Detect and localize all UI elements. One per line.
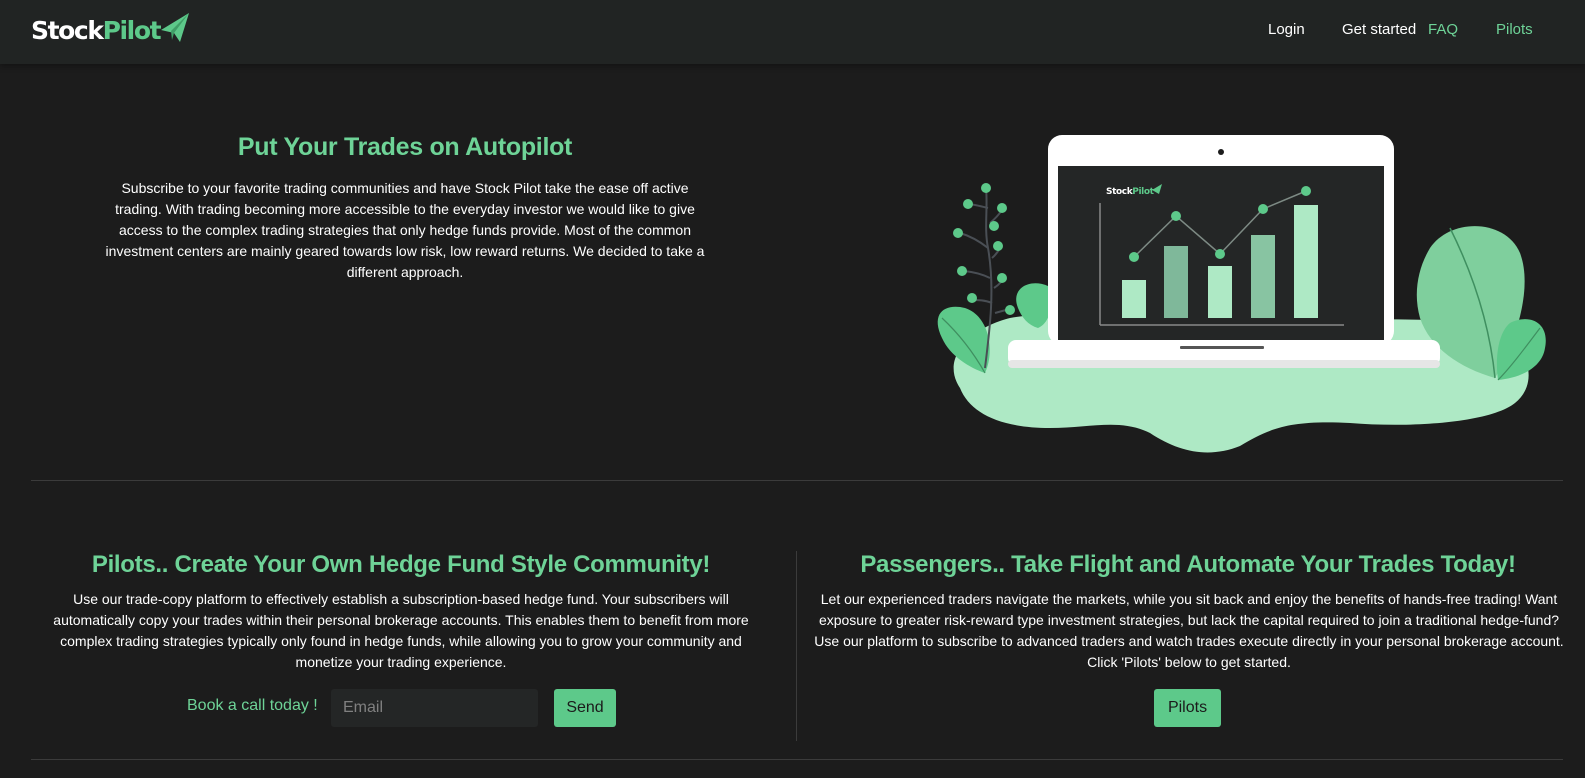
- nav-pilots-link[interactable]: Pilots: [1496, 21, 1533, 39]
- screen-logo: StockPilot: [1106, 187, 1155, 197]
- navbar: StockPilot Login Get started FAQ Pilots: [0, 0, 1585, 64]
- logo-text-stock: Stock: [31, 15, 104, 45]
- book-call-label: Book a call today !: [187, 697, 318, 714]
- passengers-section-title: Passengers.. Take Flight and Automate Yo…: [860, 551, 1516, 578]
- passengers-section-description: Let our experienced traders navigate the…: [814, 591, 1564, 670]
- section-divider: [31, 759, 1563, 760]
- laptop-chart-illustration: StockPilot: [937, 135, 1546, 453]
- column-divider: [796, 551, 797, 741]
- pilots-section-title: Pilots.. Create Your Own Hedge Fund Styl…: [91, 551, 711, 578]
- stockpilot-logo[interactable]: StockPilot: [31, 13, 190, 47]
- hero-title: Put Your Trades on Autopilot: [237, 133, 573, 161]
- hero-description: Subscribe to your favorite trading commu…: [105, 180, 705, 280]
- nav-faq-link[interactable]: FAQ: [1428, 21, 1458, 39]
- pilots-button[interactable]: Pilots: [1154, 689, 1221, 727]
- plant-buds: [953, 183, 1015, 315]
- nav-login-link[interactable]: Login: [1268, 21, 1305, 39]
- pilots-section-description: Use our trade-copy platform to effective…: [53, 591, 749, 670]
- logo-text: StockPilot: [31, 15, 162, 45]
- paper-plane-icon: [161, 13, 190, 42]
- logo-text-pilot: Pilot: [102, 15, 162, 45]
- email-input[interactable]: [331, 689, 538, 727]
- section-divider: [31, 480, 1563, 481]
- nav-get-started-link[interactable]: Get started: [1342, 21, 1416, 39]
- send-button[interactable]: Send: [554, 689, 616, 727]
